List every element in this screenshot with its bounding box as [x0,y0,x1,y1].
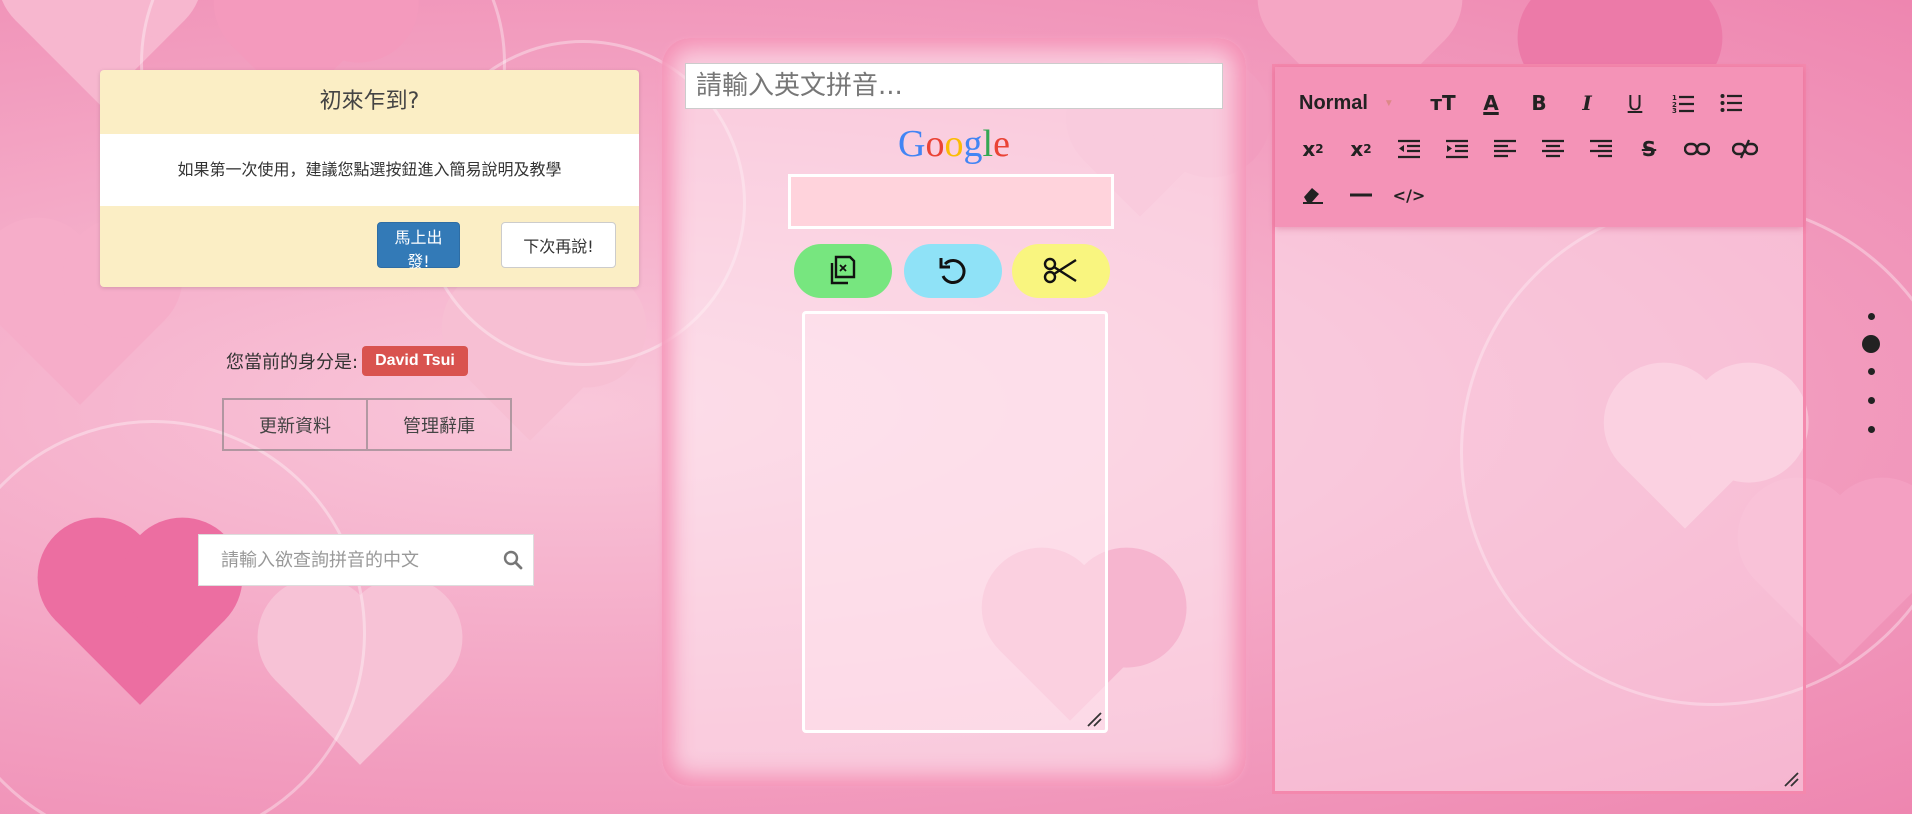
subscript-icon[interactable]: x2 [1289,131,1337,167]
user-badge: David Tsui [362,346,468,376]
resize-handle-icon[interactable] [1086,711,1102,727]
code-view-icon[interactable]: </> [1385,177,1433,213]
superscript-icon[interactable]: x2 [1337,131,1385,167]
pinyin-input[interactable] [685,63,1223,109]
nav-dot[interactable] [1867,313,1875,320]
bullet-list-icon[interactable] [1707,85,1755,121]
undo-button[interactable] [904,244,1002,298]
cut-icon [1043,255,1079,288]
welcome-footer: 馬上出發! 下次再說! [100,206,639,287]
cut-button[interactable] [1012,244,1110,298]
output-textarea[interactable] [802,311,1108,733]
unlink-icon[interactable] [1721,131,1769,167]
manage-dictionary-button[interactable]: 管理辭庫 [368,398,512,451]
underline-icon[interactable]: U [1611,85,1659,121]
svg-text:3: 3 [1672,107,1677,113]
resize-handle-icon[interactable] [1783,771,1799,787]
align-center-icon[interactable] [1529,131,1577,167]
paragraph-style-select[interactable]: Normal ▼ [1289,92,1419,115]
pinyin-lookup [198,534,534,586]
candidate-bar[interactable] [788,174,1114,229]
strikethrough-icon[interactable]: S [1625,131,1673,167]
horizontal-rule-icon[interactable] [1337,177,1385,213]
account-actions: 更新資料 管理辭庫 [222,398,512,451]
align-right-icon[interactable] [1577,131,1625,167]
align-left-icon[interactable] [1481,131,1529,167]
copy-button[interactable] [794,244,892,298]
welcome-panel: 初來乍到? 如果第一次使用，建議您點選按鈕進入簡易說明及教學 馬上出發! 下次再… [100,70,639,287]
bold-icon[interactable]: B [1515,85,1563,121]
outdent-icon[interactable] [1385,131,1433,167]
skip-tutorial-button[interactable]: 下次再說! [501,222,616,268]
italic-icon[interactable]: I [1563,85,1611,121]
font-size-icon[interactable]: тT [1419,85,1467,121]
page-navigation-dots [1862,302,1880,444]
update-profile-button[interactable]: 更新資料 [222,398,368,451]
editor-toolbar: Normal ▼ тT A B I U 123 x2 x2 S </> [1275,67,1803,227]
identity-label: 您當前的身分是: [226,352,359,373]
search-icon[interactable] [493,550,533,570]
google-logo: Google [898,123,1010,165]
indent-icon[interactable] [1433,131,1481,167]
font-color-icon[interactable]: A [1467,85,1515,121]
rich-text-editor: Normal ▼ тT A B I U 123 x2 x2 S </> [1272,64,1806,794]
nav-dot[interactable] [1867,426,1875,433]
welcome-title: 初來乍到? [319,89,420,114]
pinyin-lookup-input[interactable] [199,548,493,572]
nav-dot-active[interactable] [1862,335,1880,353]
undo-icon [937,254,969,289]
start-tutorial-button[interactable]: 馬上出發! [377,222,460,271]
pinyin-converter-panel: Google [662,38,1246,786]
identity-row: 您當前的身分是: David Tsui [226,346,468,376]
nav-dot[interactable] [1867,397,1875,404]
paragraph-style-value: Normal [1299,91,1368,114]
chevron-down-icon: ▼ [1383,97,1394,109]
nav-dot[interactable] [1867,368,1875,375]
clear-format-icon[interactable] [1289,177,1337,213]
copy-icon [826,253,860,290]
link-icon[interactable] [1673,131,1721,167]
editor-content-area[interactable] [1275,227,1803,791]
welcome-message: 如果第一次使用，建議您點選按鈕進入簡易說明及教學 [100,134,639,206]
ordered-list-icon[interactable]: 123 [1659,85,1707,121]
